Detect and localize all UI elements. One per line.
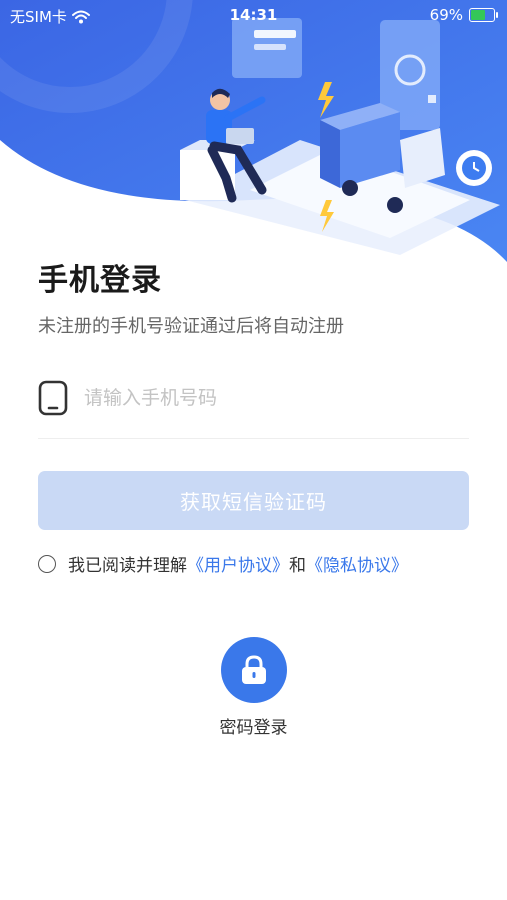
- page-title: 手机登录: [38, 263, 162, 298]
- battery-icon: [469, 8, 498, 22]
- privacy-policy-link[interactable]: 《隐私协议》: [306, 551, 408, 576]
- phone-input[interactable]: [84, 382, 464, 414]
- page-subtitle: 未注册的手机号验证通过后将自动注册: [38, 316, 344, 337]
- agreement-prefix: 我已阅读并理解: [68, 556, 187, 576]
- status-bar: 无SIM卡 14:31 69%: [0, 0, 507, 30]
- agreement-conjunction: 和: [289, 556, 306, 576]
- user-agreement-link[interactable]: 《用户协议》: [187, 551, 289, 576]
- agreement-row: 我已阅读并理解 《用户协议》 和 《隐私协议》: [38, 551, 408, 576]
- phone-field-row: [38, 378, 469, 439]
- lock-icon: [242, 655, 266, 684]
- phone-icon: [38, 380, 68, 416]
- battery-level: [471, 10, 485, 20]
- password-login-button[interactable]: [221, 637, 287, 703]
- get-sms-code-button[interactable]: 获取短信验证码: [38, 471, 469, 530]
- banner-illustration: [0, 0, 507, 262]
- password-login-label[interactable]: 密码登录: [0, 713, 507, 738]
- agreement-radio[interactable]: [38, 554, 56, 573]
- battery-percent: 69%: [429, 6, 463, 24]
